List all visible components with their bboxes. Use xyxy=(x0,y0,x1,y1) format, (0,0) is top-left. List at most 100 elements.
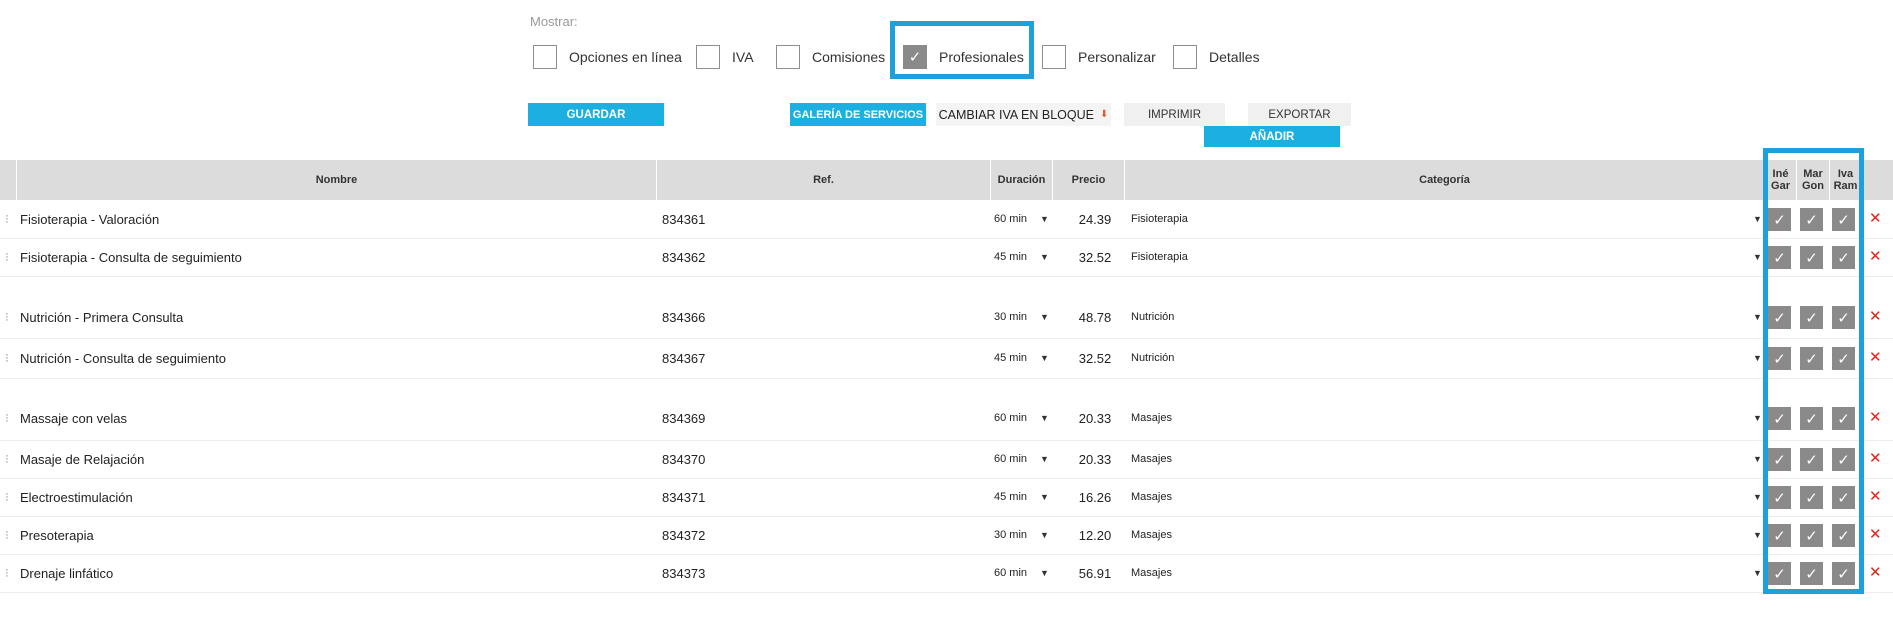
category-select[interactable]: Masajes xyxy=(1131,516,1172,554)
duration-select[interactable]: 45 min xyxy=(994,238,1027,276)
imprimir-button[interactable]: IMPRIMIR xyxy=(1124,103,1225,126)
service-price[interactable]: 12.20 xyxy=(1066,516,1124,554)
delete-icon[interactable]: ✕ xyxy=(1869,307,1882,325)
duration-select[interactable]: 45 min xyxy=(994,478,1027,516)
anadir-button[interactable]: AÑADIR xyxy=(1204,126,1340,147)
service-price[interactable]: 24.39 xyxy=(1066,200,1124,238)
category-select[interactable]: Nutrición xyxy=(1131,338,1174,378)
caret-down-icon[interactable]: ▼ xyxy=(1040,200,1049,238)
category-select[interactable]: Masajes xyxy=(1131,396,1172,440)
caret-down-icon[interactable]: ▼ xyxy=(1753,478,1762,516)
drag-handle-icon[interactable]: · · · xyxy=(4,238,10,276)
caret-down-icon[interactable]: ▼ xyxy=(1753,554,1762,592)
duration-select[interactable]: 60 min xyxy=(994,200,1027,238)
service-ref[interactable]: 834373 xyxy=(662,554,705,592)
category-select[interactable]: Nutrición xyxy=(1131,296,1174,338)
category-select[interactable]: Fisioterapia xyxy=(1131,238,1188,276)
option-iva[interactable]: IVA xyxy=(696,44,754,70)
duration-select[interactable]: 60 min xyxy=(994,396,1027,440)
service-price[interactable]: 20.33 xyxy=(1066,440,1124,478)
delete-icon[interactable]: ✕ xyxy=(1869,247,1882,265)
service-price[interactable]: 32.52 xyxy=(1066,338,1124,378)
checkbox-opciones-en-linea[interactable] xyxy=(533,45,557,69)
option-comisiones[interactable]: Comisiones xyxy=(776,44,885,70)
caret-down-icon[interactable]: ▼ xyxy=(1753,440,1762,478)
delete-icon[interactable]: ✕ xyxy=(1869,487,1882,505)
category-select[interactable]: Masajes xyxy=(1131,440,1172,478)
checkbox-comisiones[interactable] xyxy=(776,45,800,69)
drag-handle-icon[interactable]: · · · xyxy=(4,440,10,478)
caret-down-icon[interactable]: ▼ xyxy=(1040,554,1049,592)
service-ref[interactable]: 834369 xyxy=(662,396,705,440)
duration-select[interactable]: 30 min xyxy=(994,516,1027,554)
service-ref[interactable]: 834362 xyxy=(662,238,705,276)
caret-down-icon[interactable]: ▼ xyxy=(1753,238,1762,276)
service-name[interactable]: Masaje de Relajación xyxy=(20,440,144,478)
delete-icon[interactable]: ✕ xyxy=(1869,348,1882,366)
drag-handle-icon[interactable]: · · · xyxy=(4,338,10,378)
caret-down-icon[interactable]: ▼ xyxy=(1040,338,1049,378)
duration-select[interactable]: 60 min xyxy=(994,440,1027,478)
drag-handle-icon[interactable]: · · · xyxy=(4,516,10,554)
caret-down-icon[interactable]: ▼ xyxy=(1040,440,1049,478)
delete-icon[interactable]: ✕ xyxy=(1869,525,1882,543)
drag-handle-icon[interactable]: · · · xyxy=(4,296,10,338)
drag-handle-icon[interactable]: · · · xyxy=(4,200,10,238)
service-name[interactable]: Massaje con velas xyxy=(20,396,127,440)
delete-icon[interactable]: ✕ xyxy=(1869,408,1882,426)
guardar-button[interactable]: GUARDAR xyxy=(528,103,664,126)
caret-down-icon[interactable]: ▼ xyxy=(1753,200,1762,238)
exportar-button[interactable]: EXPORTAR xyxy=(1248,103,1351,126)
service-ref[interactable]: 834370 xyxy=(662,440,705,478)
category-select[interactable]: Masajes xyxy=(1131,554,1172,592)
delete-icon[interactable]: ✕ xyxy=(1869,449,1882,467)
service-name[interactable]: Nutrición - Primera Consulta xyxy=(20,296,183,338)
caret-down-icon[interactable]: ▼ xyxy=(1753,396,1762,440)
duration-select[interactable]: 45 min xyxy=(994,338,1027,378)
galeria-servicios-button[interactable]: GALERÍA DE SERVICIOS xyxy=(790,103,926,126)
option-detalles[interactable]: Detalles xyxy=(1173,44,1260,70)
checkbox-personalizar[interactable] xyxy=(1042,45,1066,69)
service-price[interactable]: 20.33 xyxy=(1066,396,1124,440)
duration-select[interactable]: 60 min xyxy=(994,554,1027,592)
service-price[interactable]: 56.91 xyxy=(1066,554,1124,592)
option-personalizar[interactable]: Personalizar xyxy=(1042,44,1156,70)
caret-down-icon[interactable]: ▼ xyxy=(1040,238,1049,276)
service-price[interactable]: 16.26 xyxy=(1066,478,1124,516)
category-select[interactable]: Masajes xyxy=(1131,478,1172,516)
service-ref[interactable]: 834371 xyxy=(662,478,705,516)
drag-handle-icon[interactable]: · · · xyxy=(4,554,10,592)
category-select[interactable]: Fisioterapia xyxy=(1131,200,1188,238)
header-nombre[interactable]: Nombre xyxy=(16,160,656,200)
header-ref[interactable]: Ref. xyxy=(656,160,990,200)
caret-down-icon[interactable]: ▼ xyxy=(1040,516,1049,554)
service-name[interactable]: Electroestimulación xyxy=(20,478,133,516)
drag-handle-icon[interactable]: · · · xyxy=(4,396,10,440)
caret-down-icon[interactable]: ▼ xyxy=(1753,296,1762,338)
service-name[interactable]: Drenaje linfático xyxy=(20,554,113,592)
drag-handle-icon[interactable]: · · · xyxy=(4,478,10,516)
checkbox-profesionales[interactable]: ✓ xyxy=(903,45,927,69)
service-price[interactable]: 48.78 xyxy=(1066,296,1124,338)
header-categoria[interactable]: Categoría xyxy=(1124,160,1764,200)
service-ref[interactable]: 834366 xyxy=(662,296,705,338)
duration-select[interactable]: 30 min xyxy=(994,296,1027,338)
service-ref[interactable]: 834367 xyxy=(662,338,705,378)
delete-icon[interactable]: ✕ xyxy=(1869,209,1882,227)
service-name[interactable]: Fisioterapia - Consulta de seguimiento xyxy=(20,238,242,276)
service-price[interactable]: 32.52 xyxy=(1066,238,1124,276)
header-duracion[interactable]: Duración xyxy=(990,160,1052,200)
service-ref[interactable]: 834372 xyxy=(662,516,705,554)
service-ref[interactable]: 834361 xyxy=(662,200,705,238)
caret-down-icon[interactable]: ▼ xyxy=(1753,516,1762,554)
caret-down-icon[interactable]: ▼ xyxy=(1040,296,1049,338)
service-name[interactable]: Presoterapia xyxy=(20,516,94,554)
option-opciones-en-linea[interactable]: Opciones en línea xyxy=(533,44,682,70)
caret-down-icon[interactable]: ▼ xyxy=(1040,396,1049,440)
option-profesionales[interactable]: ✓ Profesionales xyxy=(903,44,1024,70)
cambiar-iva-bloque-button[interactable]: CAMBIAR IVA EN BLOQUE ⬇ xyxy=(936,103,1111,126)
delete-icon[interactable]: ✕ xyxy=(1869,563,1882,581)
header-precio[interactable]: Precio xyxy=(1052,160,1124,200)
checkbox-detalles[interactable] xyxy=(1173,45,1197,69)
service-name[interactable]: Fisioterapia - Valoración xyxy=(20,200,159,238)
